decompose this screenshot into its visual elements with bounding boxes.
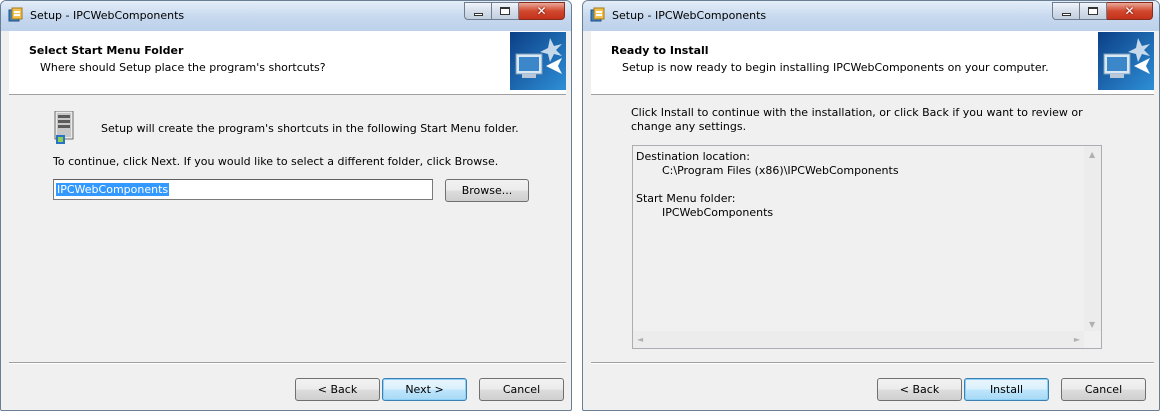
maximize-button[interactable] (492, 2, 519, 20)
page-title: Select Start Menu Folder (29, 44, 184, 57)
destination-value: C:\Program Files (x86)\IPCWebComponents (662, 164, 899, 177)
cancel-button[interactable]: Cancel (1061, 378, 1146, 401)
window-title: Setup - IPCWebComponents (30, 9, 185, 22)
wizard-computer-icon (1098, 32, 1154, 90)
cancel-button[interactable]: Cancel (479, 378, 564, 401)
scroll-down-icon[interactable]: ▼ (1089, 320, 1095, 329)
maximize-button[interactable] (1080, 2, 1107, 20)
page-subtitle: Where should Setup place the program's s… (40, 61, 326, 74)
window-title: Setup - IPCWebComponents (612, 9, 767, 22)
back-button[interactable]: < Back (295, 378, 380, 401)
page-subtitle: Setup is now ready to begin installing I… (622, 61, 1049, 74)
vertical-scrollbar[interactable]: ▲ ▼ (1084, 146, 1101, 331)
minimize-button[interactable] (464, 2, 492, 20)
start-menu-folder-icon (54, 111, 74, 144)
folder-input-value: IPCWebComponents (56, 183, 170, 196)
browse-button[interactable]: Browse... (445, 179, 529, 202)
instruction-line-1: Click Install to continue with the insta… (631, 106, 1083, 119)
start-menu-folder-input[interactable]: IPCWebComponents (53, 179, 433, 200)
scroll-left-icon[interactable]: ◄ (637, 335, 643, 344)
shortcut-info-text: Setup will create the program's shortcut… (101, 122, 519, 135)
maximize-icon (500, 7, 510, 15)
page-title: Ready to Install (611, 44, 709, 57)
scroll-up-icon[interactable]: ▲ (1089, 150, 1095, 159)
install-button[interactable]: Install (964, 378, 1049, 401)
start-menu-value: IPCWebComponents (662, 206, 774, 219)
install-summary-memo[interactable]: Destination location: C:\Program Files (… (632, 145, 1102, 349)
setup-window-ready-to-install: Setup - IPCWebComponents ✕ Ready to Inst… (582, 0, 1160, 411)
setup-app-icon (590, 7, 605, 22)
wizard-computer-icon (510, 32, 566, 90)
close-icon: ✕ (536, 4, 547, 18)
minimize-icon (473, 12, 483, 16)
horizontal-scrollbar[interactable]: ◄ ► (633, 331, 1084, 348)
setup-window-select-folder: Setup - IPCWebComponents ✕ Select Start … (0, 0, 572, 411)
start-menu-label: Start Menu folder: (636, 192, 736, 205)
instruction-line-2: change any settings. (631, 120, 747, 133)
back-button[interactable]: < Back (877, 378, 962, 401)
setup-app-icon (8, 7, 23, 22)
button-separator (9, 362, 566, 364)
destination-label: Destination location: (636, 150, 750, 163)
button-separator (591, 362, 1154, 364)
caption-buttons: ✕ (1052, 2, 1153, 21)
next-button[interactable]: Next > (382, 378, 467, 401)
close-icon: ✕ (1124, 4, 1135, 18)
minimize-icon (1061, 12, 1071, 16)
minimize-button[interactable] (1052, 2, 1080, 20)
scroll-right-icon[interactable]: ► (1074, 335, 1080, 344)
caption-buttons: ✕ (464, 2, 565, 21)
wizard-header: Ready to Install Setup is now ready to b… (591, 31, 1154, 95)
wizard-header: Select Start Menu Folder Where should Se… (9, 31, 566, 95)
close-button[interactable]: ✕ (1107, 2, 1153, 20)
maximize-icon (1088, 7, 1098, 15)
instruction-text: To continue, click Next. If you would li… (53, 155, 499, 168)
title-bar[interactable]: Setup - IPCWebComponents ✕ (583, 1, 1159, 31)
title-bar[interactable]: Setup - IPCWebComponents ✕ (1, 1, 571, 31)
close-button[interactable]: ✕ (519, 2, 565, 20)
